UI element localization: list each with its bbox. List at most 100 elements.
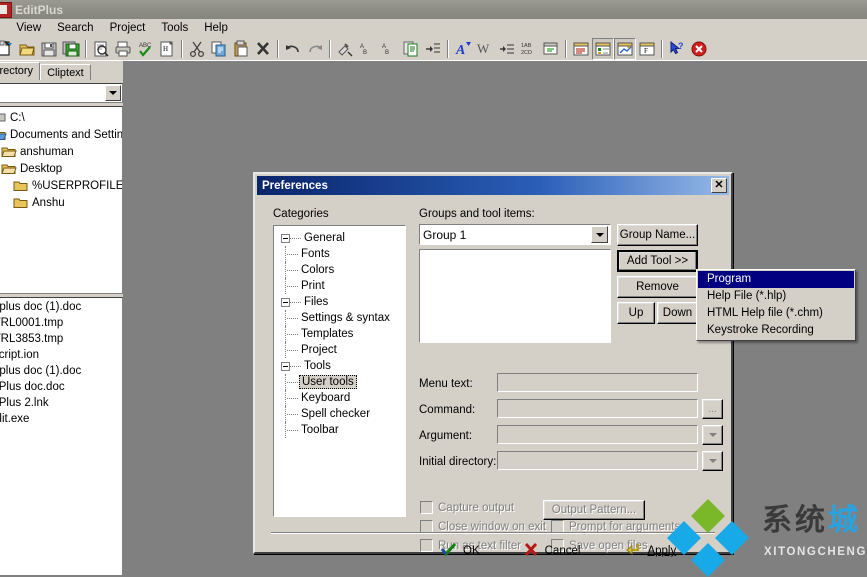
list-item[interactable]: t plus doc (1).doc (0, 299, 122, 315)
menu-tools[interactable]: Tools (153, 21, 196, 35)
copy-icon[interactable] (208, 38, 230, 60)
align-icon[interactable] (496, 38, 518, 60)
list-item[interactable]: VRL3853.tmp (0, 331, 122, 347)
find-replace-icon[interactable]: AB (378, 38, 400, 60)
category-item-general[interactable]: General (274, 230, 405, 246)
menu-project[interactable]: Project (102, 21, 154, 35)
category-item-fonts[interactable]: Fonts (274, 246, 405, 262)
list-item[interactable]: VRL0001.tmp (0, 315, 122, 331)
ok-button[interactable]: OK (441, 543, 480, 559)
add-tool-button[interactable]: Add Tool >> (617, 250, 698, 272)
open-folder-icon[interactable] (16, 38, 38, 60)
menu-help[interactable]: Help (196, 21, 236, 35)
category-item-files[interactable]: Files (274, 294, 405, 310)
group-combobox[interactable]: Group 1 (419, 224, 611, 245)
redo-icon[interactable] (304, 38, 326, 60)
checkbox-box[interactable] (420, 501, 433, 514)
category-item-toolbar[interactable]: Toolbar (274, 422, 405, 438)
popup-item-help-file[interactable]: Help File (*.hlp) (698, 288, 854, 305)
duplicate-icon[interactable] (400, 38, 422, 60)
delete-icon[interactable] (252, 38, 274, 60)
close-icon[interactable]: ✕ (711, 178, 727, 193)
save-all-icon[interactable] (60, 38, 82, 60)
browser-preview-icon[interactable] (540, 38, 562, 60)
tree-item[interactable]: anshuman (0, 143, 122, 160)
column-icon[interactable]: 1AB2CD (518, 38, 540, 60)
list-item[interactable]: itPlus doc.doc (0, 379, 122, 395)
paste-icon[interactable] (230, 38, 252, 60)
menu-file[interactable]: e (0, 21, 8, 35)
path-combobox[interactable]: ] (0, 83, 123, 103)
collapse-box-icon[interactable] (281, 234, 290, 243)
list-item[interactable]: plit.exe (0, 411, 122, 427)
collapse-box-icon[interactable] (281, 298, 290, 307)
category-item-user-tools[interactable]: User tools (274, 374, 405, 390)
group-name-button[interactable]: Group Name... (617, 224, 698, 246)
popup-item-keystroke-recording[interactable]: Keystroke Recording (698, 322, 854, 339)
category-item-print[interactable]: Print (274, 278, 405, 294)
function-list-icon[interactable]: F (636, 38, 658, 60)
initial-directory-dropdown-button[interactable] (702, 451, 723, 471)
html-page-icon[interactable]: H (156, 38, 178, 60)
argument-input[interactable] (497, 425, 698, 444)
category-item-settings-syntax[interactable]: Settings & syntax (274, 310, 405, 326)
cancel-button[interactable]: Cancel (524, 543, 581, 559)
tool-items-listbox[interactable] (419, 249, 611, 343)
menu-text-input[interactable] (497, 373, 698, 392)
category-item-tools[interactable]: Tools (274, 358, 405, 374)
find-next-icon[interactable]: AB (356, 38, 378, 60)
add-tool-popup-menu[interactable]: Program Help File (*.hlp) HTML Help file… (696, 269, 856, 341)
help-pointer-icon[interactable]: ? (666, 38, 688, 60)
cliptext-window-icon[interactable] (614, 38, 636, 60)
font-color-icon[interactable]: A (452, 38, 474, 60)
argument-dropdown-button[interactable] (702, 425, 723, 445)
popup-item-html-help-file[interactable]: HTML Help file (*.chm) (698, 305, 854, 322)
initial-directory-input[interactable] (497, 451, 698, 470)
print-icon[interactable] (112, 38, 134, 60)
list-view-icon[interactable] (570, 38, 592, 60)
categories-tree[interactable]: General Fonts Colors Print (273, 225, 406, 517)
browse-button[interactable]: ... (702, 399, 723, 419)
directory-tree[interactable]: C:\ Documents and Settings anshuman Desk… (0, 106, 123, 294)
new-document-icon[interactable] (0, 38, 16, 60)
tree-item[interactable]: Anshu (0, 194, 122, 211)
move-down-button[interactable]: Down (657, 302, 698, 324)
category-item-colors[interactable]: Colors (274, 262, 405, 278)
tree-item[interactable]: C:\ (0, 109, 122, 126)
category-item-templates[interactable]: Templates (274, 326, 405, 342)
move-up-button[interactable]: Up (617, 302, 655, 324)
chevron-down-icon[interactable] (591, 226, 608, 243)
chevron-down-icon[interactable] (105, 85, 121, 101)
output-pattern-button[interactable]: Output Pattern... (543, 500, 645, 520)
remove-button[interactable]: Remove (617, 276, 698, 298)
print-preview-icon[interactable] (90, 38, 112, 60)
category-item-keyboard[interactable]: Keyboard (274, 390, 405, 406)
file-list[interactable]: t plus doc (1).doc VRL0001.tmp VRL3853.t… (0, 297, 123, 576)
apply-button[interactable]: Apply (626, 543, 676, 559)
list-item[interactable]: itPlus 2.lnk (0, 395, 122, 411)
menu-search[interactable]: Search (49, 21, 101, 35)
tree-item[interactable]: Documents and Settings (0, 126, 122, 143)
find-icon[interactable] (334, 38, 356, 60)
close-icon[interactable] (688, 38, 710, 60)
category-item-spell-checker[interactable]: Spell checker (274, 406, 405, 422)
cut-icon[interactable] (186, 38, 208, 60)
sidebar-tab-cliptext[interactable]: Cliptext (40, 64, 91, 80)
popup-item-program[interactable]: Program (698, 271, 854, 288)
capture-output-checkbox[interactable]: Capture output (420, 501, 514, 514)
save-icon[interactable] (38, 38, 60, 60)
directory-window-icon[interactable] (592, 38, 614, 60)
tree-item[interactable]: Desktop (0, 160, 122, 177)
spell-check-icon[interactable]: ABC (134, 38, 156, 60)
list-item[interactable]: script.ion (0, 347, 122, 363)
highlight-icon[interactable]: W (474, 38, 496, 60)
tree-item[interactable]: %USERPROFILE% (0, 177, 122, 194)
indent-icon[interactable] (422, 38, 444, 60)
list-item[interactable]: t plus doc (1).doc (0, 363, 122, 379)
category-item-project[interactable]: Project (274, 342, 405, 358)
undo-icon[interactable] (282, 38, 304, 60)
sidebar-tab-directory[interactable]: irectory (0, 62, 40, 80)
menu-view[interactable]: View (8, 21, 49, 35)
command-input[interactable] (497, 399, 698, 418)
collapse-box-icon[interactable] (281, 362, 290, 371)
